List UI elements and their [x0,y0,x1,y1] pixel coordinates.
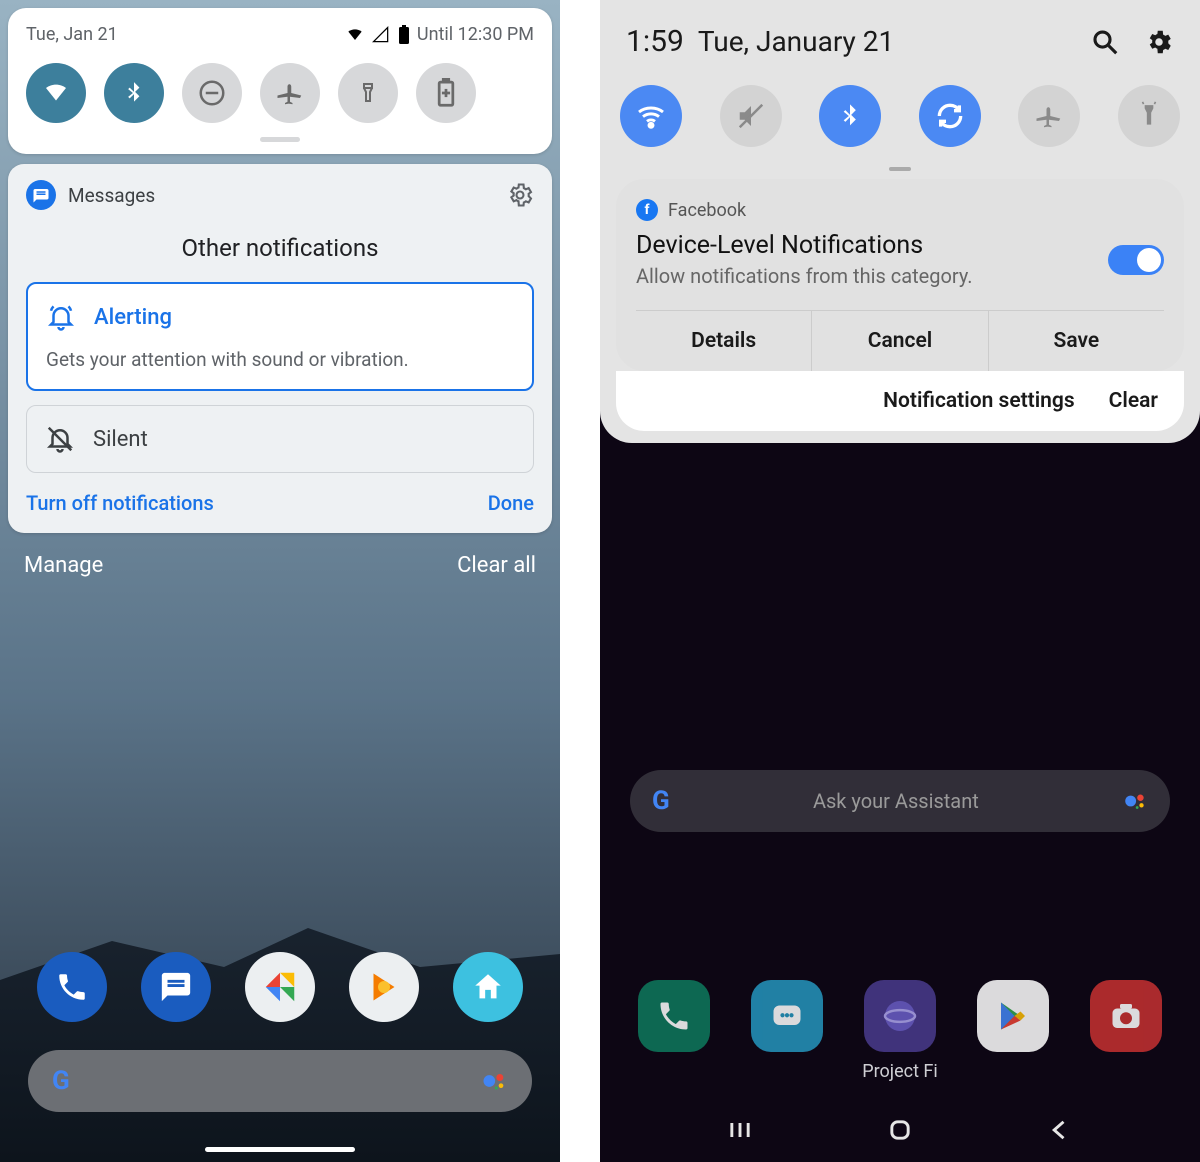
nav-back-icon[interactable] [1046,1116,1074,1144]
clear-button[interactable]: Clear [1109,389,1158,413]
quick-settings-panel: Tue, Jan 21 Until 12:30 PM [8,8,552,154]
notification-settings-button[interactable]: Notification settings [883,389,1075,413]
notification-title: Device-Level Notifications [636,231,973,260]
google-search-bar[interactable]: G [28,1050,532,1112]
dock-messages-icon[interactable] [751,980,823,1052]
notification-subtitle: Allow notifications from this category. [636,264,973,288]
assistant-icon [1122,788,1148,814]
home-dock [0,952,560,1022]
home-background: G [0,902,560,1162]
nav-recents-icon[interactable] [726,1116,754,1144]
qs-airplane-tile[interactable] [260,63,320,123]
messages-app-icon [26,180,56,210]
silent-option[interactable]: Silent [26,405,534,473]
google-logo-icon: G [52,1066,70,1096]
silent-bell-icon [45,424,75,454]
qs-expand-handle[interactable] [260,137,300,142]
facebook-app-icon: f [636,199,658,221]
dock-photos-icon[interactable] [245,952,315,1022]
status-date: Tue, Jan 21 [26,24,118,45]
google-logo-icon: G [652,786,670,816]
dock-label: Project Fi [600,1061,1200,1082]
cancel-button[interactable]: Cancel [812,311,988,371]
qs-bluetooth-tile[interactable] [819,85,881,147]
dock-camera-icon[interactable] [1090,980,1162,1052]
battery-status-icon [397,25,411,45]
signal-status-icon [371,25,391,45]
status-bar: Tue, Jan 21 Until 12:30 PM [26,24,534,45]
alerting-option[interactable]: Alerting Gets your attention with sound … [26,282,534,391]
turn-off-notifications-link[interactable]: Turn off notifications [26,491,214,515]
notification-app-name: Facebook [668,200,746,221]
qs-expand-handle[interactable] [889,167,911,171]
qs-sound-tile[interactable] [720,85,782,147]
notification-settings-gear-icon[interactable] [506,181,534,209]
alerting-label: Alerting [94,305,172,330]
qs-dnd-tile[interactable] [182,63,242,123]
qs-flashlight-tile[interactable] [1118,85,1180,147]
save-button[interactable]: Save [989,311,1164,371]
done-button[interactable]: Done [488,491,534,515]
dock-messages-icon[interactable] [141,952,211,1022]
assistant-placeholder: Ask your Assistant [813,789,979,813]
qs-wifi-tile[interactable] [620,85,682,147]
dock-play-store-icon[interactable] [977,980,1049,1052]
notification-card: Messages Other notifications Alerting Ge… [8,164,552,533]
search-icon[interactable] [1090,27,1120,57]
battery-until-text: Until 12:30 PM [417,24,534,45]
qs-autorotate-tile[interactable] [919,85,981,147]
qs-flashlight-tile[interactable] [338,63,398,123]
qs-bluetooth-tile[interactable] [104,63,164,123]
wifi-status-icon [345,25,365,45]
status-date: Tue, January 21 [698,25,894,58]
home-dock [600,980,1200,1052]
assistant-icon [480,1067,508,1095]
status-time: 1:59 [626,24,684,59]
quick-settings-panel: 1:59 Tue, January 21 f [600,0,1200,443]
notification-card: f Facebook Device-Level Notifications Al… [616,179,1184,371]
silent-label: Silent [93,427,148,452]
details-button[interactable]: Details [636,311,812,371]
alerting-bell-icon [46,302,76,332]
nav-home-icon[interactable] [886,1116,914,1144]
manage-button[interactable]: Manage [24,553,103,578]
settings-gear-icon[interactable] [1144,27,1174,57]
alerting-description: Gets your attention with sound or vibrat… [46,348,514,371]
qs-wifi-tile[interactable] [26,63,86,123]
dock-play-music-icon[interactable] [349,952,419,1022]
qs-battery-saver-tile[interactable] [416,63,476,123]
notification-toggle[interactable] [1108,245,1164,275]
gesture-bar[interactable] [205,1147,355,1152]
dock-home-icon[interactable] [453,952,523,1022]
assistant-search-bar[interactable]: G Ask your Assistant [630,770,1170,832]
clear-all-button[interactable]: Clear all [457,553,536,578]
dock-phone-icon[interactable] [37,952,107,1022]
notification-card-title: Other notifications [26,234,534,262]
notification-app-name: Messages [68,184,155,207]
dock-phone-icon[interactable] [638,980,710,1052]
dock-internet-icon[interactable] [864,980,936,1052]
qs-airplane-tile[interactable] [1018,85,1080,147]
navigation-bar [600,1116,1200,1144]
status-bar: 1:59 Tue, January 21 [600,0,1200,77]
